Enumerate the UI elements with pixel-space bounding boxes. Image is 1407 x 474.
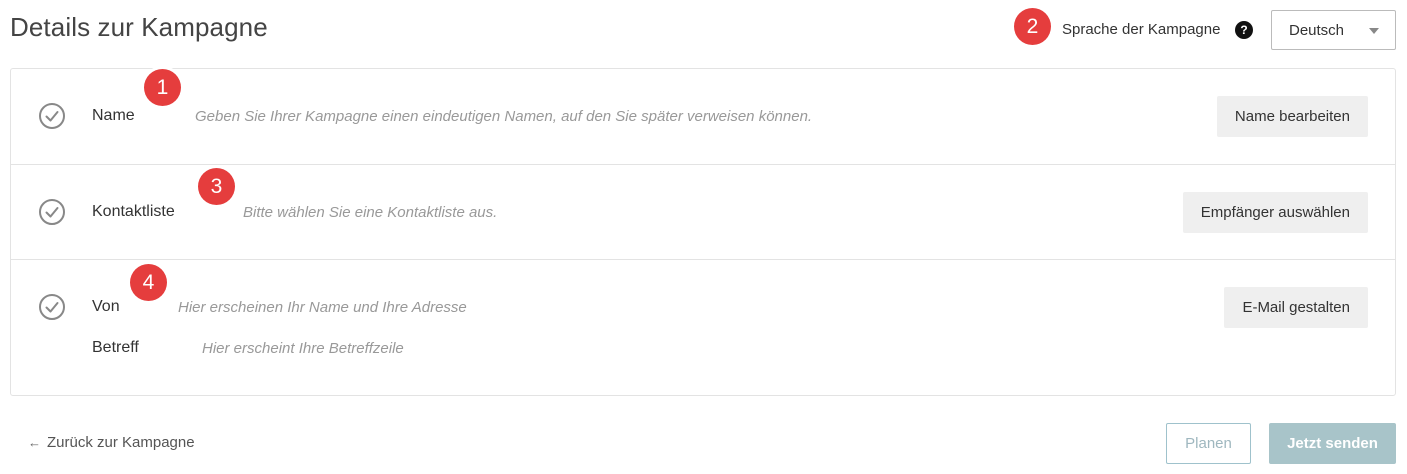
row-hint-name: Geben Sie Ihrer Kampagne einen eindeutig…	[195, 108, 813, 125]
help-icon[interactable]: ?	[1235, 21, 1253, 39]
arrow-left-icon: ←	[28, 435, 41, 450]
row-name: Name Geben Sie Ihrer Kampagne einen eind…	[11, 69, 1395, 165]
chevron-down-icon	[1369, 28, 1379, 34]
step-badge-2: 2	[1014, 8, 1051, 45]
step-badge-4: 4	[130, 264, 167, 301]
edit-name-button[interactable]: Name bearbeiten	[1216, 96, 1368, 137]
language-select-value: Deutsch	[1289, 21, 1345, 39]
row-label-subject: Betreff	[92, 339, 139, 356]
row-hint-subject: Hier erscheint Ihre Betreffzeile	[202, 340, 404, 357]
language-select[interactable]: Deutsch	[1271, 10, 1396, 50]
send-now-button[interactable]: Jetzt senden	[1269, 423, 1396, 464]
step-badge-1: 1	[144, 69, 181, 106]
back-to-campaign-label: Zurück zur Kampagne	[47, 434, 195, 451]
row-label-contact-list: Kontaktliste	[92, 203, 175, 220]
check-circle-icon	[39, 294, 65, 320]
check-circle-icon	[39, 103, 65, 129]
language-label: Sprache der Kampagne	[1062, 21, 1221, 38]
select-recipients-button[interactable]: Empfänger auswählen	[1182, 192, 1368, 233]
campaign-details-card: Name Geben Sie Ihrer Kampagne einen eind…	[10, 68, 1396, 396]
row-label-from: Von	[92, 298, 120, 315]
schedule-button[interactable]: Planen	[1166, 423, 1251, 464]
row-sender-subject: Von Hier erscheinen Ihr Name und Ihre Ad…	[11, 260, 1395, 395]
design-email-button[interactable]: E-Mail gestalten	[1224, 287, 1368, 328]
row-hint-contact-list: Bitte wählen Sie eine Kontaktliste aus.	[243, 204, 498, 221]
check-circle-icon	[39, 199, 65, 225]
page-title: Details zur Kampagne	[10, 12, 268, 42]
back-to-campaign-link[interactable]: ← Zurück zur Kampagne	[28, 434, 195, 451]
step-badge-3: 3	[198, 168, 235, 205]
row-label-name: Name	[92, 107, 135, 124]
row-hint-from: Hier erscheinen Ihr Name und Ihre Adress…	[178, 299, 467, 316]
